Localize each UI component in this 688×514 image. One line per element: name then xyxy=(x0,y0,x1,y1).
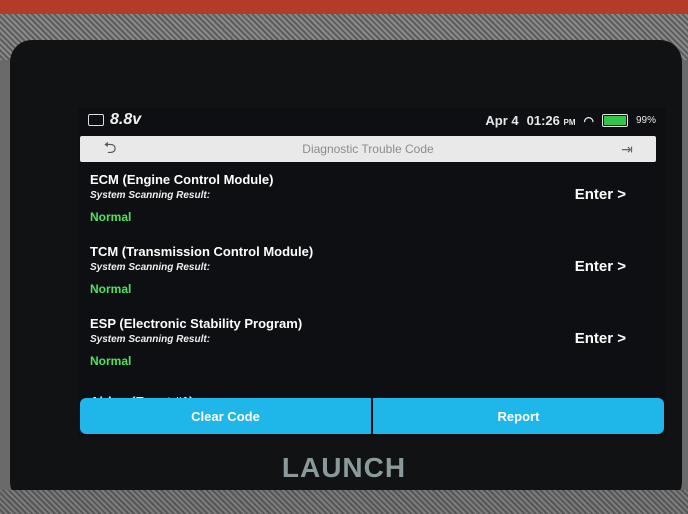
system-name: ECM (Engine Control Module) xyxy=(90,172,274,187)
status-time-group: 01:26 PM xyxy=(527,113,576,128)
brand-logo: LAUNCH xyxy=(281,452,407,483)
status-time: 01:26 xyxy=(526,113,560,128)
scan-label: System Scanning Result: xyxy=(90,334,211,345)
status-date: Apr 4 xyxy=(485,113,519,128)
enter-button-ecm[interactable]: Enter > xyxy=(575,186,626,203)
title-bar: ⮌ Diagnostic Trouble Code ⇥ xyxy=(80,136,656,162)
voltage-readout: 8.8v xyxy=(110,111,142,128)
background-texture-bottom xyxy=(0,490,688,514)
status-bar: 8.8v Apr 4 01:26 PM ◠ 99% xyxy=(78,108,666,132)
scan-result: Normal xyxy=(90,210,132,224)
battery-icon xyxy=(601,114,628,127)
system-row-esp: ESP (Electronic Stability Program) Syste… xyxy=(78,316,666,386)
scan-result: Normal xyxy=(90,282,132,296)
enter-button-esp[interactable]: Enter > xyxy=(575,330,626,347)
back-icon[interactable]: ⮌ xyxy=(98,140,122,158)
system-row-ecm: ECM (Engine Control Module) System Scann… xyxy=(78,172,666,242)
clear-code-button[interactable]: Clear Code xyxy=(80,398,371,434)
system-name: TCM (Transmission Control Module) xyxy=(90,244,314,259)
background-red-edge xyxy=(0,0,688,14)
wifi-icon: ◠ xyxy=(583,113,594,128)
scan-result: Normal xyxy=(90,354,132,368)
exit-icon[interactable]: ⇥ xyxy=(616,140,638,158)
scan-label: System Scanning Result: xyxy=(90,262,211,273)
car-battery-icon xyxy=(88,114,104,126)
device-screen: 8.8v Apr 4 01:26 PM ◠ 99% ⮌ Diagnostic T… xyxy=(78,108,666,436)
enter-button-tcm[interactable]: Enter > xyxy=(575,258,626,275)
system-row-tcm: TCM (Transmission Control Module) System… xyxy=(78,244,666,314)
system-name: ESP (Electronic Stability Program) xyxy=(90,316,303,331)
action-bar: Clear Code Report xyxy=(80,398,664,434)
status-left: 8.8v xyxy=(88,111,141,129)
status-right: Apr 4 01:26 PM ◠ 99% xyxy=(485,113,656,128)
scan-label: System Scanning Result: xyxy=(90,190,211,201)
battery-percent: 99% xyxy=(635,115,656,126)
page-title: Diagnostic Trouble Code xyxy=(302,142,434,156)
status-ampm: PM xyxy=(563,118,576,127)
report-button[interactable]: Report xyxy=(373,398,664,434)
